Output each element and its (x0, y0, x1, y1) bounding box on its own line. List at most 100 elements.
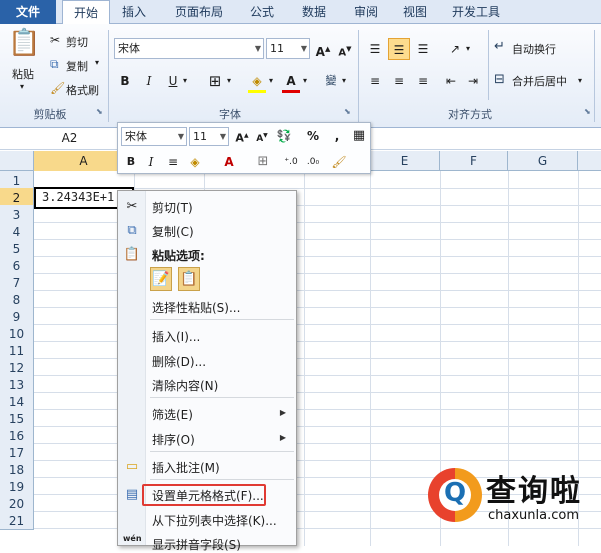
decrease-indent-icon[interactable]: ⇤ (440, 70, 462, 92)
fill-dropdown-icon[interactable]: ▾ (269, 76, 273, 85)
font-color-dropdown-icon[interactable]: ▾ (303, 76, 307, 85)
tab-review[interactable]: 审阅 (342, 0, 390, 24)
align-top-icon[interactable]: ☰ (364, 38, 386, 60)
orientation-dropdown-icon[interactable]: ▾ (466, 44, 470, 53)
grow-font-icon[interactable]: A▲ (231, 125, 253, 147)
border-icon[interactable]: ⊞ (204, 70, 226, 92)
phonetic-icon[interactable]: 變 (320, 70, 342, 92)
menu-item-clear[interactable]: 清除内容(N) (152, 377, 218, 394)
font-color-icon[interactable]: A (218, 151, 240, 173)
copy-button[interactable]: 复制 (66, 58, 88, 74)
paste-icon[interactable]: 📋 (8, 30, 40, 64)
align-right-icon[interactable]: ≡ (412, 70, 434, 92)
group-clipboard-label: 剪贴板 (33, 108, 67, 121)
percent-button[interactable]: % (302, 125, 324, 147)
copy-icon[interactable]: ⧉ (50, 58, 59, 70)
border-icon[interactable]: ⊞ (252, 151, 274, 173)
group-separator (358, 30, 359, 122)
number-format-icon[interactable]: 💱 (273, 125, 295, 147)
shrink-font-icon[interactable]: A▼ (251, 125, 273, 147)
font-name-combo[interactable]: 宋体 ▼ (114, 38, 264, 59)
group-separator (488, 30, 489, 100)
menu-item-cut[interactable]: 剪切(T) (152, 199, 193, 216)
comma-button[interactable]: , (326, 125, 348, 147)
scissors-icon: ✂ (126, 199, 138, 214)
italic-icon[interactable]: I (140, 151, 162, 173)
tab-developer[interactable]: 开发工具 (440, 0, 512, 24)
column-header[interactable]: F (440, 151, 508, 171)
chevron-down-icon: ▼ (177, 132, 184, 141)
cut-button[interactable]: 剪切 (66, 34, 88, 50)
tab-view[interactable]: 视图 (394, 0, 436, 24)
paste-dropdown-icon[interactable]: ▾ (20, 82, 24, 91)
menu-item-filter[interactable]: 筛选(E) (152, 406, 193, 423)
paste-values-icon[interactable]: 📋 (178, 267, 200, 291)
chevron-down-icon: ▼ (254, 44, 261, 53)
mini-size-combo[interactable]: 11 ▼ (189, 127, 229, 146)
row-header[interactable]: 21 (0, 511, 34, 530)
scissors-icon[interactable]: ✂ (50, 34, 60, 46)
watermark-logo-letter: Q (443, 478, 467, 508)
wrap-text-button[interactable]: 自动换行 (512, 41, 556, 57)
font-color-swatch (282, 90, 300, 93)
phonetic-dropdown-icon[interactable]: ▾ (342, 76, 346, 85)
mini-font-value: 宋体 (125, 130, 147, 143)
fill-color-icon[interactable]: ◈ (184, 151, 206, 173)
border-dropdown-icon[interactable]: ▾ (227, 76, 231, 85)
italic-button[interactable]: I (138, 70, 160, 92)
merge-dropdown-icon[interactable]: ▾ (578, 76, 582, 85)
increase-indent-icon[interactable]: ⇥ (462, 70, 484, 92)
paste-button[interactable]: 粘贴 (12, 66, 34, 82)
merge-center-icon[interactable]: ⊟ (494, 73, 505, 86)
menu-item-paste-special[interactable]: 选择性粘贴(S)... (152, 299, 240, 316)
center-align-icon[interactable]: ≡ (162, 151, 184, 173)
font-size-combo[interactable]: 11 ▼ (266, 38, 310, 59)
menu-item-pick-list[interactable]: 从下拉列表中选择(K)... (152, 512, 277, 529)
tab-insert[interactable]: 插入 (113, 0, 155, 24)
shrink-font-icon[interactable]: A▼ (334, 38, 356, 60)
increase-decimal-icon[interactable]: ⁺.0 (280, 151, 302, 173)
tab-file[interactable]: 文件 (0, 0, 56, 24)
menu-item-insert[interactable]: 插入(I)... (152, 328, 200, 345)
underline-dropdown-icon[interactable]: ▾ (183, 76, 187, 85)
align-middle-icon[interactable]: ☰ (388, 38, 410, 60)
tab-page-layout[interactable]: 页面布局 (163, 0, 235, 24)
bold-icon[interactable]: B (120, 151, 142, 173)
underline-button[interactable]: U (162, 70, 184, 92)
menu-item-phonetic[interactable]: 显示拼音字段(S) (152, 536, 241, 553)
align-center-icon[interactable]: ≡ (388, 70, 410, 92)
column-header[interactable]: G (508, 151, 578, 171)
comment-icon: ▭ (125, 459, 139, 474)
tab-formulas[interactable]: 公式 (238, 0, 286, 24)
grow-font-icon[interactable]: A▲ (312, 38, 334, 60)
bold-button[interactable]: B (114, 70, 136, 92)
merge-center-button[interactable]: 合并后居中 (512, 73, 567, 89)
orientation-icon[interactable]: ↗ (444, 38, 466, 60)
menu-item-delete[interactable]: 删除(D)... (152, 353, 206, 370)
paste-option-icon[interactable]: 📝 (150, 267, 172, 291)
mini-toolbar: 宋体 ▼ 11 ▼ A▲ A▼ 💱 % , ▦ B I ≡ ◈ A ⊞ ⁺.0 .0… (117, 122, 371, 174)
column-header[interactable]: E (370, 151, 440, 171)
format-painter-icon[interactable]: 🖌 (50, 82, 65, 94)
tab-home[interactable]: 开始 (62, 0, 110, 25)
mini-font-combo[interactable]: 宋体 ▼ (121, 127, 187, 146)
dialog-launcher-icon[interactable]: ⬊ (96, 108, 103, 116)
select-all-corner[interactable] (0, 151, 34, 171)
menu-item-sort[interactable]: 排序(O) (152, 431, 195, 448)
copy-dropdown-icon[interactable]: ▾ (95, 58, 99, 67)
copy-icon: ⧉ (127, 223, 137, 238)
fill-color-icon[interactable]: ◈ (246, 70, 268, 92)
table-format-icon[interactable]: ▦ (348, 125, 370, 147)
dialog-launcher-icon[interactable]: ⬊ (344, 108, 351, 116)
dialog-launcher-icon[interactable]: ⬊ (584, 108, 591, 116)
decrease-decimal-icon[interactable]: .0₀ (302, 151, 324, 173)
font-color-icon[interactable]: A (280, 70, 302, 92)
wrap-text-icon[interactable]: ↵ (494, 40, 505, 53)
format-painter-button[interactable]: 格式刷 (66, 82, 99, 98)
menu-item-copy[interactable]: 复制(C) (152, 223, 194, 240)
align-bottom-icon[interactable]: ☰ (412, 38, 434, 60)
tab-data[interactable]: 数据 (290, 0, 338, 24)
format-painter-icon[interactable]: 🖌 (328, 151, 350, 173)
align-left-icon[interactable]: ≡ (364, 70, 386, 92)
menu-item-insert-comment[interactable]: 插入批注(M) (152, 459, 220, 476)
